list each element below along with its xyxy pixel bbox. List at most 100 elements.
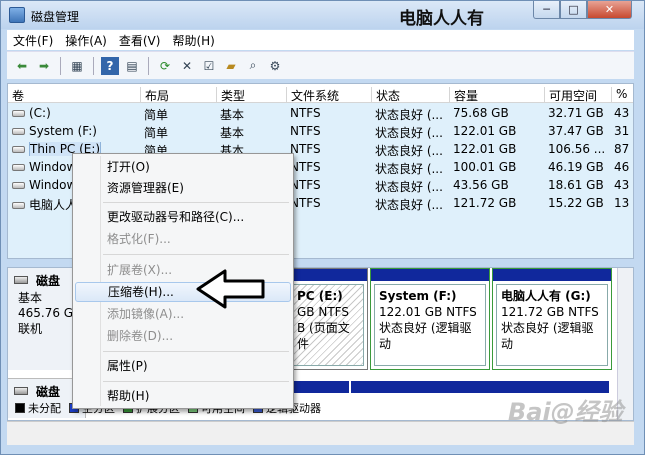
table-cell: 基本 <box>220 108 245 122</box>
drive-icon <box>12 182 25 189</box>
table-cell: NTFS <box>290 124 321 138</box>
table-cell: 122.01 GB <box>453 124 517 138</box>
menu-view[interactable]: 查看(V) <box>113 32 167 49</box>
close-button[interactable]: ✕ <box>587 1 632 19</box>
partition-f[interactable]: System (F:) 122.01 GB NTFS 状态良好 (逻辑驱动 <box>370 268 490 370</box>
menu-action[interactable]: 操作(A) <box>59 32 113 49</box>
partition-g[interactable]: 电脑人人有 (G:) 121.72 GB NTFS 状态良好 (逻辑驱动 <box>492 268 612 370</box>
drive-icon <box>12 164 25 171</box>
toolbar: ⬅ ➡ ▦ ? ▤ ⟳ ✕ ☑ ▰ ⌕ ⚙ <box>7 51 634 79</box>
table-cell: 简单 <box>144 108 169 122</box>
window-title: 磁盘管理 <box>31 10 80 24</box>
partition-name: 电脑人人有 (G:) <box>501 289 591 303</box>
partition-bar <box>493 269 611 281</box>
properties-icon[interactable]: ▦ <box>68 57 86 75</box>
table-cell: 43 <box>614 178 630 192</box>
ctx-help[interactable]: 帮助(H) <box>75 386 291 406</box>
table-cell: 简单 <box>144 126 169 140</box>
table-cell: 状态良好 (... <box>375 180 443 194</box>
baidu-watermark: Bai@经验 <box>508 398 623 426</box>
partition-g-body: 电脑人人有 (G:) 121.72 GB NTFS 状态良好 (逻辑驱动 <box>496 284 608 366</box>
table-cell: 基本 <box>220 126 245 140</box>
table-cell: 状态良好 (... <box>375 126 443 140</box>
legend-label: 未分配 <box>28 402 61 415</box>
forward-icon[interactable]: ➡ <box>35 57 53 75</box>
drive-icon <box>12 128 25 135</box>
menu-separator <box>103 381 289 382</box>
partition-name: PC (E:) <box>297 289 343 303</box>
help-icon[interactable]: ? <box>101 56 119 75</box>
watermark-text: 电脑人人有 <box>399 9 484 29</box>
volume-name: (C:) <box>29 106 51 120</box>
table-cell: 37.47 GB <box>548 124 604 138</box>
table-cell: 状态良好 (... <box>375 144 443 158</box>
partition-size: GB NTFS <box>297 305 349 319</box>
partition-status: B (页面文件 <box>297 321 350 351</box>
volume-name-cell: System (F:) <box>12 124 97 138</box>
col-capacity[interactable]: 容量 <box>449 87 478 103</box>
partition-size: 122.01 GB NTFS <box>379 305 477 319</box>
table-row[interactable]: System (F:) 简单 基本 NTFS 状态良好 (... 122.01 GB 37.… <box>8 124 633 142</box>
table-cell: NTFS <box>290 106 321 120</box>
drive-icon <box>12 110 25 117</box>
ctx-properties[interactable]: 属性(P) <box>75 356 291 376</box>
table-cell: 121.72 GB <box>453 196 517 210</box>
table-cell: 106.56 ... <box>548 142 606 156</box>
search-icon[interactable]: ⌕ <box>244 57 262 75</box>
table-cell: 75.68 GB <box>453 106 509 120</box>
col-filesystem[interactable]: 文件系统 <box>286 87 339 103</box>
partition-status: 状态良好 (逻辑驱动 <box>501 321 594 351</box>
console-icon[interactable]: ▤ <box>123 57 141 75</box>
table-cell: NTFS <box>290 196 321 210</box>
back-icon[interactable]: ⬅ <box>13 57 31 75</box>
partition-status: 状态良好 (逻辑驱动 <box>379 321 472 351</box>
table-cell: 状态良好 (... <box>375 162 443 176</box>
table-cell: 43.56 GB <box>453 178 509 192</box>
col-status[interactable]: 状态 <box>371 87 400 103</box>
table-cell: 18.61 GB <box>548 178 604 192</box>
table-cell: 15.22 GB <box>548 196 604 210</box>
table-cell: 31 <box>614 124 630 138</box>
maximize-button[interactable]: □ <box>560 1 587 19</box>
ctx-open[interactable]: 打开(O) <box>75 157 291 177</box>
delete-icon[interactable]: ✕ <box>178 57 196 75</box>
partition-e-body: PC (E:) GB NTFS B (页面文件 <box>292 284 364 366</box>
refresh-icon[interactable]: ⟳ <box>156 57 174 75</box>
partition-e[interactable]: PC (E:) GB NTFS B (页面文件 <box>291 268 368 370</box>
toolbar-separator <box>93 56 94 75</box>
menu-separator <box>103 202 289 203</box>
volume-name-cell: 电脑人人 <box>12 196 77 213</box>
table-cell: NTFS <box>290 178 321 192</box>
table-cell: 100.01 GB <box>453 160 517 174</box>
col-percent[interactable]: % <box>611 87 627 103</box>
disk-management-icon <box>9 7 25 23</box>
table-cell: 87 <box>614 142 630 156</box>
ctx-change-drive-letter[interactable]: 更改驱动器号和路径(C)... <box>75 207 291 227</box>
table-cell: NTFS <box>290 142 321 156</box>
table-cell: 43 <box>614 106 630 120</box>
open-icon[interactable]: ▰ <box>222 57 240 75</box>
table-cell: 状态良好 (... <box>375 198 443 212</box>
toolbar-separator <box>148 56 149 75</box>
ctx-delete-volume[interactable]: 删除卷(D)... <box>75 326 291 346</box>
col-layout[interactable]: 布局 <box>140 87 169 103</box>
drive-icon <box>12 202 25 209</box>
minimize-button[interactable]: ─ <box>533 1 560 19</box>
check-icon[interactable]: ☑ <box>200 57 218 75</box>
table-cell: 46.19 GB <box>548 160 604 174</box>
menu-help[interactable]: 帮助(H) <box>166 32 220 49</box>
ctx-explorer[interactable]: 资源管理器(E) <box>75 178 291 198</box>
table-cell: 46 <box>614 160 630 174</box>
table-cell: 32.71 GB <box>548 106 604 120</box>
partition-f-body: System (F:) 122.01 GB NTFS 状态良好 (逻辑驱动 <box>374 284 486 366</box>
table-row[interactable]: (C:) 简单 基本 NTFS 状态良好 (... 75.68 GB 32.71 GB 43 <box>8 106 633 124</box>
volume-name: 电脑人人 <box>29 198 78 212</box>
col-volume[interactable]: 卷 <box>8 87 24 103</box>
ctx-format[interactable]: 格式化(F)... <box>75 229 291 249</box>
col-type[interactable]: 类型 <box>216 87 245 103</box>
menu-separator <box>103 254 289 255</box>
table-cell: NTFS <box>290 160 321 174</box>
col-free-space[interactable]: 可用空间 <box>544 87 597 103</box>
menu-file[interactable]: 文件(F) <box>7 32 59 49</box>
settings-icon[interactable]: ⚙ <box>266 57 284 75</box>
